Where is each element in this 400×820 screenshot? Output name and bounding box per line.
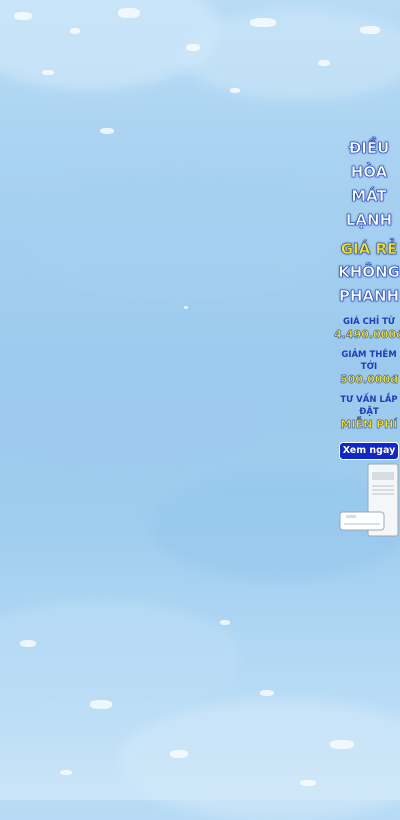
discount-label: GIẢM THÊM TỚI (341, 350, 397, 372)
discount-value: 500.000đ (340, 373, 398, 386)
subheadline-line-2: KHÔNG (338, 263, 400, 282)
price-label: GIÁ CHỈ TỪ (342, 317, 396, 327)
headline-line-3: MÁT (351, 187, 387, 206)
service-label: TƯ VẤN LẮP ĐẶT (340, 395, 398, 417)
price-value: 4.490.000đ (334, 328, 400, 341)
air-conditioner-icon (339, 463, 399, 537)
promo-banner: ĐIỀU HÒA MÁT LẠNH GIÁ RẺ KHÔNG PHANH GIÁ… (334, 136, 400, 460)
subheadline-line-3: PHANH (338, 287, 400, 306)
service-value: MIỄN PHÍ (340, 418, 398, 431)
view-now-button[interactable]: Xem ngay (339, 442, 399, 460)
headline-line-1: ĐIỀU (348, 139, 390, 158)
subheadline-line-1: GIÁ RẺ (340, 240, 398, 259)
headline-line-2: HÒA (350, 163, 388, 182)
headline-line-4: LẠNH (345, 211, 393, 230)
